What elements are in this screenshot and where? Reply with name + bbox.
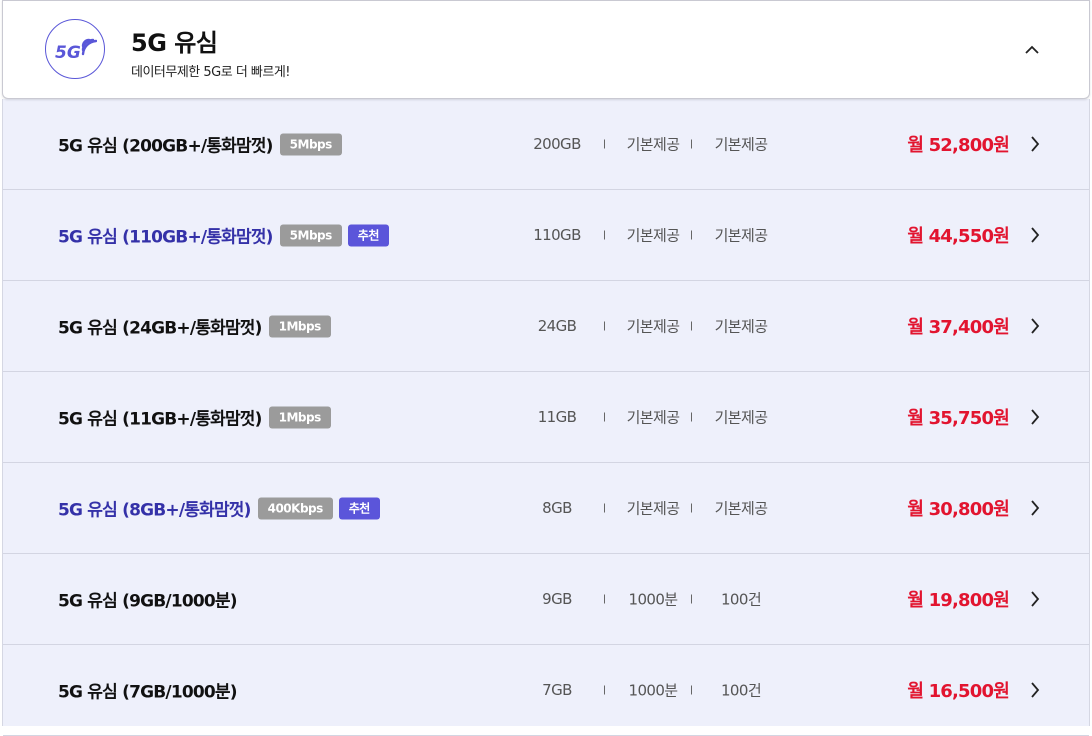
plan-voice: 기본제공 [626, 226, 680, 245]
plan-voice: 기본제공 [626, 135, 680, 154]
plan-name-group: 5G 유심 (11GB+/통화맘껏) 1Mbps [58, 405, 331, 430]
plan-price: 월 30,800원 [907, 499, 1009, 520]
plan-row[interactable]: 5G 유심 (110GB+/통화맘껏) 5Mbps 추천 110GB 기본제공 기본제공 월… [3, 190, 1089, 281]
plan-price: 월 16,500원 [907, 681, 1009, 702]
5g-signal-icon: 5G [45, 19, 105, 79]
chevron-right-icon[interactable] [1027, 225, 1043, 245]
plan-price: 월 35,750원 [907, 408, 1009, 429]
plan-sms: 기본제공 [714, 226, 768, 245]
plan-voice: 1000분 [628, 590, 679, 609]
divider [604, 412, 605, 422]
plan-data: 110GB [533, 226, 581, 244]
divider [691, 321, 692, 331]
divider [691, 594, 692, 604]
plan-sms: 100건 [720, 681, 762, 700]
plan-voice: 기본제공 [626, 499, 680, 518]
plan-name-group: 5G 유심 (9GB/1000분) [58, 587, 238, 612]
chevron-up-icon[interactable] [1021, 39, 1043, 61]
plan-sms: 기본제공 [714, 499, 768, 518]
plan-name: 5G 유심 (11GB+/통화맘껏) [58, 409, 262, 430]
speed-badge: 400Kbps [257, 497, 333, 519]
speed-badge: 1Mbps [268, 315, 331, 337]
plan-row[interactable]: 5G 유심 (7GB/1000분) 7GB 1000분 100건 월 16,500원 [3, 645, 1089, 736]
divider [604, 230, 605, 240]
plan-sms: 100건 [720, 590, 762, 609]
divider [604, 139, 605, 149]
plan-name-group: 5G 유심 (200GB+/통화맘껏) 5Mbps [58, 132, 342, 157]
plan-data: 8GB [542, 499, 572, 517]
plan-name: 5G 유심 (9GB/1000분) [58, 591, 238, 612]
plan-sms: 기본제공 [714, 317, 768, 336]
plan-price: 월 19,800원 [907, 590, 1009, 611]
plan-data: 24GB [537, 317, 577, 335]
plan-data: 11GB [537, 408, 577, 426]
chevron-right-icon[interactable] [1027, 680, 1043, 700]
chevron-right-icon[interactable] [1027, 134, 1043, 154]
speed-badge: 5Mbps [279, 224, 342, 246]
plan-row[interactable]: 5G 유심 (9GB/1000분) 9GB 1000분 100건 월 19,800원 [3, 554, 1089, 645]
speed-badge: 5Mbps [279, 133, 342, 155]
plan-data: 7GB [542, 681, 572, 699]
plan-voice: 기본제공 [626, 408, 680, 427]
plan-name: 5G 유심 (110GB+/통화맘껏) [58, 227, 273, 248]
plan-name: 5G 유심 (200GB+/통화맘껏) [58, 136, 273, 157]
plan-name: 5G 유심 (24GB+/통화맘껏) [58, 318, 262, 339]
plan-list: 5G 유심 (200GB+/통화맘껏) 5Mbps 200GB 기본제공 기본제공 월 5… [2, 99, 1090, 736]
divider [691, 685, 692, 695]
plan-price: 월 52,800원 [907, 135, 1009, 156]
plan-row[interactable]: 5G 유심 (8GB+/통화맘껏) 400Kbps 추천 8GB 기본제공 기본제공 월 3… [3, 463, 1089, 554]
plan-sms: 기본제공 [714, 408, 768, 427]
section-title: 5G 유심 [131, 29, 218, 57]
divider [691, 503, 692, 513]
speed-badge: 1Mbps [268, 406, 331, 428]
recommended-badge: 추천 [338, 497, 380, 519]
section-subtitle: 데이터무제한 5G로 더 빠르게! [131, 65, 291, 80]
plan-name-group: 5G 유심 (24GB+/통화맘껏) 1Mbps [58, 314, 331, 339]
plan-name: 5G 유심 (7GB/1000분) [58, 682, 238, 703]
chevron-right-icon[interactable] [1027, 498, 1043, 518]
plan-voice: 1000분 [628, 681, 679, 700]
plan-sms: 기본제공 [714, 135, 768, 154]
divider [604, 685, 605, 695]
divider [604, 321, 605, 331]
chevron-right-icon[interactable] [1027, 589, 1043, 609]
plan-row[interactable]: 5G 유심 (200GB+/통화맘껏) 5Mbps 200GB 기본제공 기본제공 월 5… [3, 99, 1089, 190]
plan-name-group: 5G 유심 (110GB+/통화맘껏) 5Mbps 추천 [58, 223, 389, 248]
divider [691, 230, 692, 240]
plan-row[interactable]: 5G 유심 (11GB+/통화맘껏) 1Mbps 11GB 기본제공 기본제공 월 35,… [3, 372, 1089, 463]
chevron-right-icon[interactable] [1027, 407, 1043, 427]
plan-voice: 기본제공 [626, 317, 680, 336]
divider [604, 594, 605, 604]
recommended-badge: 추천 [347, 224, 389, 246]
chevron-right-icon[interactable] [1027, 316, 1043, 336]
plan-name-group: 5G 유심 (8GB+/통화맘껏) 400Kbps 추천 [58, 496, 380, 521]
plan-name: 5G 유심 (8GB+/통화맘껏) [58, 500, 251, 521]
divider [691, 139, 692, 149]
plan-data: 200GB [533, 135, 581, 153]
plan-name-group: 5G 유심 (7GB/1000분) [58, 678, 238, 703]
plan-price: 월 44,550원 [907, 226, 1009, 247]
divider [604, 503, 605, 513]
plan-accordion: 5G 5G 유심 데이터무제한 5G로 더 빠르게! 5G 유심 (200GB+… [0, 0, 1092, 736]
plan-price: 월 37,400원 [907, 317, 1009, 338]
plan-row[interactable]: 5G 유심 (24GB+/통화맘껏) 1Mbps 24GB 기본제공 기본제공 월 37,… [3, 281, 1089, 372]
logo-text: 5G [55, 43, 81, 63]
divider [691, 412, 692, 422]
plan-data: 9GB [542, 590, 572, 608]
accordion-header[interactable]: 5G 5G 유심 데이터무제한 5G로 더 빠르게! [2, 0, 1090, 99]
